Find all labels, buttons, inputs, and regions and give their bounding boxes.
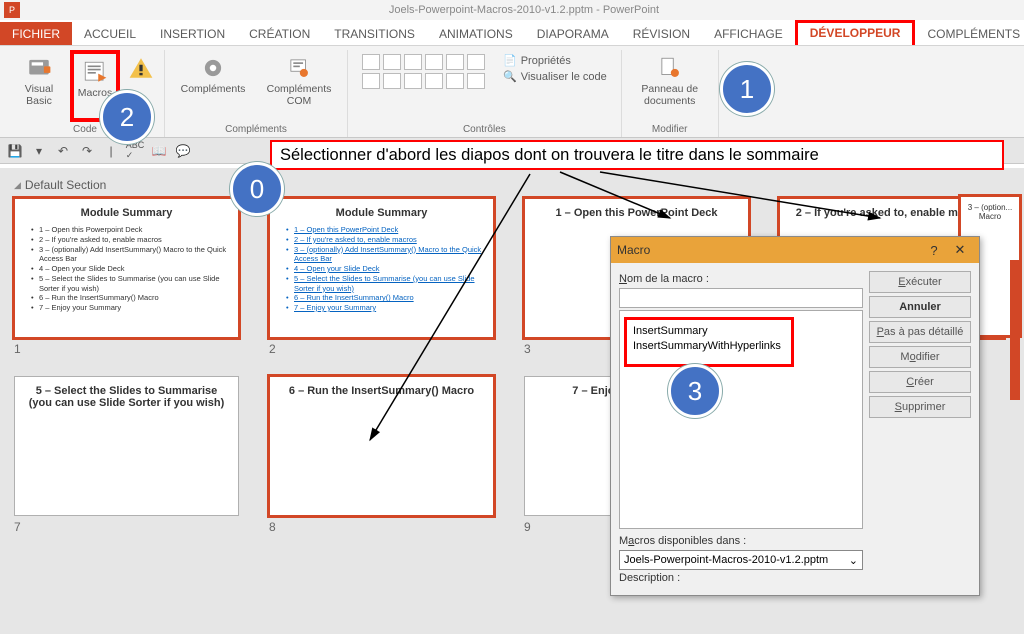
tab-animations[interactable]: ANIMATIONS (427, 22, 525, 45)
step-button[interactable]: Pas à pas détaillé (869, 321, 971, 343)
addins-button[interactable]: Compléments (173, 50, 253, 122)
view-code-label: Visualiser le code (521, 71, 607, 83)
save-icon[interactable]: 💾 (6, 142, 24, 160)
macros-in-label: Macros disponibles dans : (619, 535, 863, 547)
macro-name-label: NNom de la macro :om de la macro : (619, 273, 863, 285)
description-label: Description : (619, 572, 863, 584)
slide-number: 1 (14, 342, 239, 356)
document-panel-button[interactable]: Panneau de documents (630, 50, 710, 122)
create-button[interactable]: Créer (869, 371, 971, 393)
slide-number: 8 (269, 520, 494, 534)
visual-basic-icon (24, 54, 54, 82)
com-addins-label: Compléments COM (259, 84, 339, 107)
chevron-down-icon: ⌄ (849, 554, 858, 567)
help-icon[interactable]: ? (921, 243, 947, 258)
delete-button[interactable]: Supprimer (869, 396, 971, 418)
macro-list[interactable]: InsertSummary InsertSummaryWithHyperlink… (619, 310, 863, 529)
control-gallery[interactable] (356, 50, 491, 122)
properties-label: Propriétés (521, 55, 571, 67)
com-addins-button[interactable]: Compléments COM (259, 50, 339, 122)
tab-addins[interactable]: COMPLÉMENTS (915, 22, 1024, 45)
group-controls-label: Contrôles (463, 122, 506, 137)
spellcheck-icon[interactable]: ABC✓ (126, 142, 144, 160)
warning-icon (126, 54, 156, 82)
macro-list-item[interactable]: InsertSummaryWithHyperlinks (633, 339, 785, 354)
title-bar: P Joels-Powerpoint-Macros-2010-v1.2.pptm… (0, 0, 1024, 20)
slide-number: 7 (14, 520, 239, 534)
properties-icon: 📄 (503, 54, 517, 67)
com-icon (284, 54, 314, 82)
slide-number: 2 (269, 342, 494, 356)
undo-icon[interactable]: ↶ (54, 142, 72, 160)
ribbon-tabs: FICHIER ACCUEIL INSERTION CRÉATION TRANS… (0, 20, 1024, 46)
ribbon: Visual Basic Macros Code Compléments Com… (0, 46, 1024, 138)
addins-label: Compléments (181, 84, 246, 96)
slide-thumb[interactable]: 6 – Run the InsertSummary() Macro 8 (269, 376, 494, 534)
research-icon[interactable]: 📖 (150, 142, 168, 160)
macros-icon (80, 58, 110, 86)
modify-button[interactable]: Modifier (869, 346, 971, 368)
cancel-button[interactable]: Annuler (869, 296, 971, 318)
callout-3: 3 (668, 364, 722, 418)
macro-dialog: Macro ? ✕ NNom de la macro :om de la mac… (610, 236, 980, 596)
tab-view[interactable]: AFFICHAGE (702, 22, 795, 45)
visual-basic-label: Visual Basic (14, 84, 64, 107)
view-code-button[interactable]: 🔍 Visualiser le code (503, 70, 607, 83)
macro-list-item[interactable]: InsertSummary (633, 324, 785, 339)
macro-name-input[interactable] (619, 288, 863, 308)
slide-thumb[interactable]: Module Summary 1 – Open this Powerpoint … (14, 198, 239, 356)
slide-title: 1 – Open this PowerPoint Deck (535, 207, 738, 219)
slide-title: 5 – Select the Slides to Summarise (you … (25, 385, 228, 409)
comment-icon[interactable]: 💬 (174, 142, 192, 160)
tab-developer[interactable]: DÉVELOPPEUR (795, 20, 916, 45)
tab-file[interactable]: FICHIER (0, 22, 72, 45)
group-code-label: Code (73, 122, 97, 137)
dialog-titlebar[interactable]: Macro ? ✕ (611, 237, 979, 263)
execute-button[interactable]: Exécuter (869, 271, 971, 293)
redo-icon[interactable]: ↷ (78, 142, 96, 160)
slide-title: 6 – Run the InsertSummary() Macro (280, 385, 483, 397)
qat-dropdown-icon[interactable]: ▾ (30, 142, 48, 160)
code-icon: 🔍 (503, 70, 517, 83)
callout-1: 1 (720, 62, 774, 116)
window-title: Joels-Powerpoint-Macros-2010-v1.2.pptm -… (24, 4, 1024, 16)
dialog-title: Macro (617, 243, 650, 257)
tab-insert[interactable]: INSERTION (148, 22, 237, 45)
visual-basic-button[interactable]: Visual Basic (14, 50, 64, 122)
instruction-box: Sélectionner d'abord les diapos dont on … (270, 140, 1004, 170)
tab-create[interactable]: CRÉATION (237, 22, 322, 45)
macros-in-select[interactable]: Joels-Powerpoint-Macros-2010-v1.2.pptm⌄ (619, 550, 863, 570)
properties-button[interactable]: 📄 Propriétés (503, 54, 607, 67)
group-modify-label: Modifier (652, 122, 688, 137)
tab-slideshow[interactable]: DIAPORAMA (525, 22, 621, 45)
slide-title: Module Summary (25, 207, 228, 219)
selection-edge (1010, 260, 1020, 400)
group-addins-label: Compléments (225, 122, 287, 137)
powerpoint-icon: P (4, 2, 20, 18)
slide-content: 1 – Open this Powerpoint Deck2 – If you'… (25, 225, 228, 313)
group-modify: Panneau de documents Modifier (622, 50, 719, 137)
qat-sep: | (102, 142, 120, 160)
slide-title: 3 – (option... Macro (965, 203, 1015, 221)
callout-2: 2 (100, 90, 154, 144)
document-panel-label: Panneau de documents (630, 84, 710, 107)
tab-transitions[interactable]: TRANSITIONS (322, 22, 427, 45)
slide-title: Module Summary (280, 207, 483, 219)
close-icon[interactable]: ✕ (947, 242, 973, 258)
slide-content: 1 – Open this PowerPoint Deck2 – If you'… (280, 225, 483, 313)
slide-thumb[interactable]: 5 – Select the Slides to Summarise (you … (14, 376, 239, 534)
slide-thumb[interactable]: Module Summary 1 – Open this PowerPoint … (269, 198, 494, 356)
tab-review[interactable]: RÉVISION (621, 22, 702, 45)
section-header[interactable]: Default Section (14, 178, 1010, 192)
gear-icon (198, 54, 228, 82)
document-panel-icon (655, 54, 685, 82)
tab-home[interactable]: ACCUEIL (72, 22, 148, 45)
callout-0: 0 (230, 162, 284, 216)
group-controls: 📄 Propriétés 🔍 Visualiser le code Contrôle… (348, 50, 622, 137)
group-addins: Compléments Compléments COM Compléments (165, 50, 348, 137)
